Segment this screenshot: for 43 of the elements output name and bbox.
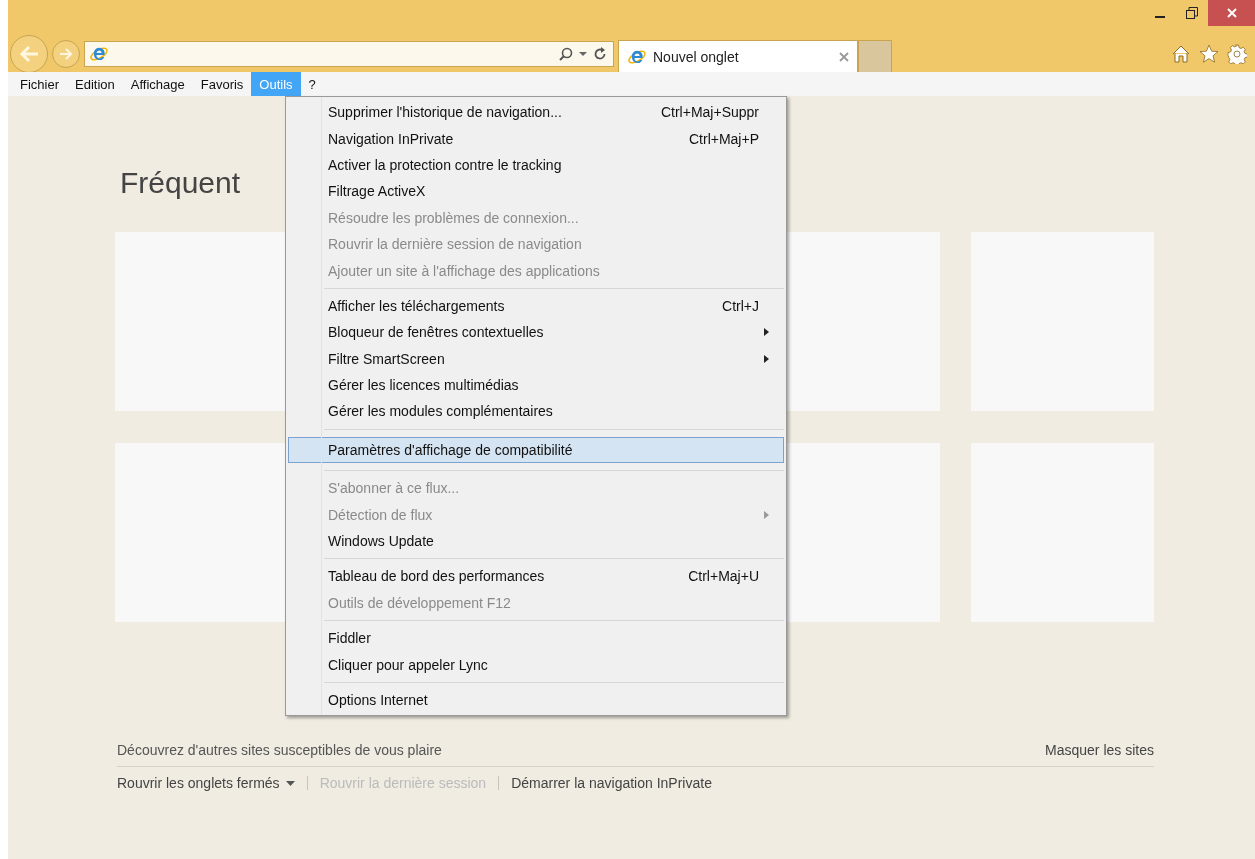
minimize-icon bbox=[1155, 15, 1165, 18]
menu-item[interactable]: Windows Update bbox=[288, 527, 784, 555]
address-field[interactable] bbox=[84, 41, 614, 67]
right-arrow-icon bbox=[59, 47, 73, 61]
menu-bar-item[interactable]: Affichage bbox=[122, 72, 193, 96]
menu-bar-item[interactable]: Favoris bbox=[192, 72, 252, 96]
menu-bar-item[interactable]: Fichier bbox=[12, 72, 67, 96]
menu-item[interactable]: Filtre SmartScreen bbox=[288, 345, 784, 372]
menu-item[interactable]: Fiddler bbox=[288, 625, 784, 652]
menu-item[interactable]: Gérer les licences multimédias bbox=[288, 371, 784, 399]
left-arrow-icon bbox=[18, 44, 40, 64]
menu-item[interactable]: Activer la protection contre le tracking bbox=[288, 151, 784, 179]
menu-item[interactable]: Paramètres d'affichage de compatibilité bbox=[288, 436, 784, 464]
menu-bar-item[interactable]: ? bbox=[300, 72, 324, 96]
menu-bar-item[interactable]: Edition bbox=[67, 72, 123, 96]
search-icon[interactable] bbox=[559, 47, 573, 61]
section-heading: Fréquent bbox=[120, 166, 241, 200]
star-icon[interactable] bbox=[1199, 44, 1219, 64]
close-button[interactable] bbox=[1208, 0, 1255, 26]
settings-icon[interactable] bbox=[1227, 44, 1247, 64]
menu-item[interactable]: Tableau de bord des performances Ctrl+Maj+U bbox=[288, 563, 784, 590]
refresh-icon[interactable] bbox=[593, 47, 607, 61]
menu-item[interactable]: Filtrage ActiveX bbox=[288, 178, 784, 205]
caret-icon[interactable] bbox=[579, 51, 587, 57]
menu-item[interactable]: Bloqueur de fenêtres contextuelles bbox=[288, 319, 784, 346]
discover-text: Découvrez d'autres sites susceptibles de vous plaire bbox=[117, 742, 442, 758]
back-button[interactable] bbox=[10, 35, 48, 73]
hide-sites-link[interactable]: Masquer les sites bbox=[1045, 742, 1154, 758]
menu-item[interactable]: Options Internet bbox=[288, 686, 784, 714]
page-link[interactable]: Rouvrir les onglets fermés bbox=[117, 775, 295, 791]
browser-tab[interactable]: Nouvel onglet bbox=[618, 40, 858, 72]
home-icon[interactable] bbox=[1171, 44, 1191, 64]
menu-item[interactable]: Afficher les téléchargements Ctrl+J bbox=[288, 292, 784, 320]
menu-item[interactable]: Cliquer pour appeler Lync bbox=[288, 651, 784, 678]
restore-icon bbox=[1186, 7, 1198, 19]
close-icon[interactable] bbox=[839, 51, 849, 62]
menu-item[interactable]: Navigation InPrivate Ctrl+Maj+P bbox=[288, 125, 784, 152]
menu-item[interactable]: Supprimer l'historique de navigation... Ctrl+Maj+Suppr bbox=[288, 99, 784, 126]
close-icon bbox=[1226, 8, 1237, 18]
page-link[interactable]: Démarrer la navigation InPrivate bbox=[511, 775, 712, 791]
forward-button[interactable] bbox=[52, 40, 80, 68]
menu-item[interactable]: Gérer les modules complémentaires bbox=[288, 398, 784, 425]
tab-title: Nouvel onglet bbox=[653, 48, 740, 65]
